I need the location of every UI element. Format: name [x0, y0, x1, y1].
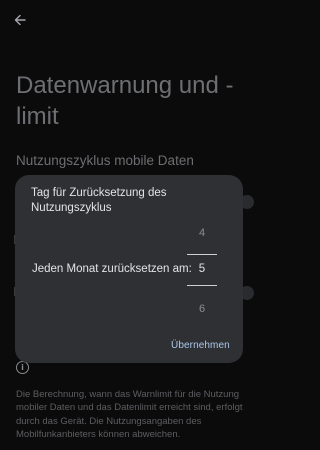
- confirm-button[interactable]: Übernehmen: [171, 340, 230, 351]
- section-header: Nutzungszyklus mobile Daten: [16, 153, 194, 168]
- reset-day-dialog: Tag für Zurücksetzung des Nutzungszyklus…: [15, 175, 243, 363]
- picker-next-value[interactable]: 6: [185, 303, 219, 315]
- picker-divider-bottom: [187, 285, 217, 286]
- screen: Datenwarnung und -limit Nutzungszyklus m…: [0, 0, 260, 450]
- footer-text: Die Berechnung, wann das Warnlimit für d…: [16, 389, 243, 440]
- back-button[interactable]: [10, 10, 30, 30]
- picker-previous-value[interactable]: 4: [185, 227, 219, 239]
- picker-label: Jeden Monat zurücksetzen am:: [32, 263, 192, 275]
- picker-divider-top: [187, 254, 217, 255]
- page-title: Datenwarnung und -limit: [16, 72, 234, 130]
- arrow-left-icon: [14, 14, 26, 26]
- picker-current-value[interactable]: 5: [185, 263, 219, 275]
- dialog-title: Tag für Zurücksetzung des Nutzungszyklus: [31, 187, 167, 214]
